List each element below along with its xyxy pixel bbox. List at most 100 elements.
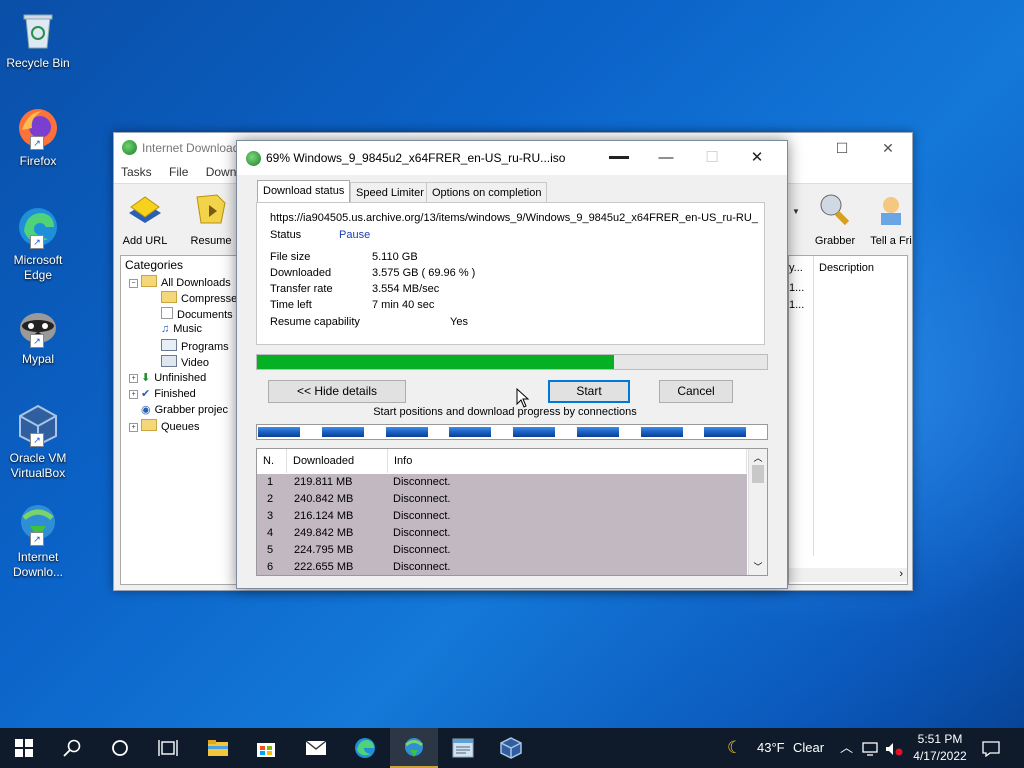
search-icon[interactable] — [48, 728, 96, 768]
cell-downloaded: 216.124 MB — [294, 510, 354, 522]
tab-options-on-completion[interactable]: Options on completion — [426, 182, 548, 203]
desktop-icon-edge[interactable]: ↗ Microsoft Edge — [0, 205, 76, 283]
tree-item-queues[interactable]: + Queues — [129, 419, 200, 433]
hide-details-button[interactable]: << Hide details — [268, 380, 406, 403]
table-row[interactable]: 3 216.124 MB Disconnect. — [257, 508, 747, 525]
tree-label: Music — [173, 323, 202, 335]
add-url-button[interactable]: Add URL — [120, 189, 170, 247]
maximize-icon[interactable]: ☐ — [819, 133, 865, 163]
dialog-title-bar[interactable]: 69% Windows_9_9845u2_x64FRER_en-US_ru-RU… — [237, 141, 787, 175]
desktop-icon-label: Microsoft Edge — [13, 253, 63, 282]
tree-item-finished[interactable]: + ✔ Finished — [129, 387, 196, 400]
resume-button[interactable]: Resume — [186, 189, 236, 247]
menu-file[interactable]: File — [162, 163, 195, 181]
table-row[interactable]: 2 240.842 MB Disconnect. — [257, 491, 747, 508]
tree-item-unfinished[interactable]: + ⬇ Unfinished — [129, 371, 206, 384]
close-icon[interactable]: ✕ — [865, 133, 911, 163]
scroll-down-icon[interactable]: ﹀ — [749, 560, 767, 573]
column-header-info[interactable]: Info — [388, 449, 747, 473]
desktop-icon-firefox[interactable]: ↗ Firefox — [0, 106, 76, 169]
close-icon[interactable]: ✕ — [734, 141, 780, 175]
downloads-list[interactable]: y... Description 1... 1... › — [788, 255, 908, 585]
column-header-n[interactable]: N. — [257, 449, 287, 473]
minimize-icon[interactable]: — — [643, 141, 689, 175]
list-item[interactable]: 1... — [789, 299, 804, 311]
idm-taskbar-icon[interactable] — [390, 728, 438, 768]
cortana-icon[interactable] — [96, 728, 144, 768]
list-column-header[interactable]: y... — [789, 262, 811, 274]
connection-segment — [385, 427, 428, 437]
tree-item-programs[interactable]: Programs — [161, 339, 229, 353]
finished-icon: ✔ — [141, 388, 151, 400]
network-icon[interactable] — [862, 728, 878, 768]
weather-moon-icon[interactable]: ☾ — [727, 728, 742, 768]
desktop-icon-idm[interactable]: ↗ Internet Downlo... — [0, 502, 76, 580]
tab-speed-limiter[interactable]: Speed Limiter — [350, 182, 430, 203]
expand-icon[interactable]: + — [129, 390, 138, 399]
column-header-downloaded[interactable]: Downloaded — [287, 449, 388, 473]
desktop-icon-label: Firefox — [19, 154, 57, 168]
scroll-right-icon[interactable]: › — [899, 568, 903, 580]
tree-item-music[interactable]: ♫ Music — [161, 323, 202, 335]
cell-n: 6 — [267, 561, 274, 573]
tree-label: Finished — [154, 388, 196, 400]
connections-table[interactable]: N. Downloaded Info 1 219.811 MB Disconnect… — [256, 448, 768, 576]
cell-info: Disconnect. — [393, 544, 451, 556]
table-row[interactable]: 1 219.811 MB Disconnect. — [257, 474, 747, 491]
tell-friend-label: Tell a Fri — [870, 235, 912, 247]
list-item[interactable]: 1... — [789, 282, 804, 294]
desktop-icon-label: Mypal — [21, 352, 54, 366]
table-row[interactable]: 6 222.655 MB Disconnect. — [257, 559, 747, 575]
store-icon[interactable] — [242, 728, 290, 768]
chevron-up-icon[interactable]: ︿ — [840, 728, 853, 768]
start-button[interactable] — [0, 728, 48, 768]
tree-item-compressed[interactable]: Compresse — [161, 291, 237, 305]
task-view-icon[interactable] — [144, 728, 192, 768]
vertical-scrollbar[interactable]: ︿ ﹀ — [748, 449, 767, 575]
scrollbar-thumb[interactable] — [752, 465, 764, 483]
tree-label: Video — [181, 357, 209, 369]
tell-friend-button[interactable]: Tell a Fri — [868, 189, 914, 247]
mail-icon[interactable] — [292, 728, 340, 768]
tree-item-documents[interactable]: Documents — [161, 307, 233, 321]
start-button[interactable]: Start — [548, 380, 630, 403]
scroll-up-icon[interactable]: ︿ — [749, 451, 767, 464]
cell-info: Disconnect. — [393, 527, 451, 539]
weather-temperature[interactable]: 43°F — [757, 728, 785, 768]
notepad-icon[interactable] — [439, 728, 487, 768]
notifications-icon[interactable] — [982, 728, 1000, 768]
tree-item-all-downloads[interactable]: − All Downloads — [129, 275, 231, 289]
tree-item-grabber-projects[interactable]: ◉ Grabber projec — [141, 403, 228, 416]
volume-muted-icon[interactable] — [885, 728, 903, 768]
menu-tasks[interactable]: Tasks — [114, 163, 159, 181]
desktop-icon-label: Internet Downlo... — [12, 550, 64, 579]
expand-icon[interactable]: + — [129, 374, 138, 383]
cell-downloaded: 219.811 MB — [294, 476, 353, 488]
cancel-button[interactable]: Cancel — [659, 380, 733, 403]
desktop-icon-mypal[interactable]: ↗ Mypal — [0, 304, 76, 367]
virtualbox-taskbar-icon[interactable] — [487, 728, 535, 768]
horizontal-scrollbar[interactable]: › — [789, 568, 907, 582]
mouse-cursor-icon — [516, 387, 530, 411]
shortcut-arrow-icon: ↗ — [30, 235, 44, 249]
file-explorer-icon[interactable] — [194, 728, 242, 768]
cell-info: Disconnect. — [393, 561, 451, 573]
download-progress-dialog[interactable]: 69% Windows_9_9845u2_x64FRER_en-US_ru-RU… — [236, 140, 788, 589]
tree-item-video[interactable]: Video — [161, 355, 209, 369]
desktop-icon-recycle-bin[interactable]: Recycle Bin — [0, 8, 76, 71]
grabber-button[interactable]: Grabber — [806, 189, 864, 247]
grabber-project-icon: ◉ — [141, 404, 151, 416]
taskbar: ☾ 43°F Clear ︿ 5:51 PM 4/17/2022 — [0, 728, 1024, 768]
weather-condition[interactable]: Clear — [793, 728, 824, 768]
list-column-description[interactable]: Description — [819, 262, 874, 274]
table-row[interactable]: 5 224.795 MB Disconnect. — [257, 542, 747, 559]
toolbar-dropdown-icon[interactable]: ▼ — [792, 207, 800, 216]
unfinished-icon: ⬇ — [141, 372, 151, 384]
table-row[interactable]: 4 249.842 MB Disconnect. — [257, 525, 747, 542]
edge-taskbar-icon[interactable] — [341, 728, 389, 768]
tab-download-status[interactable]: Download status — [257, 180, 351, 203]
desktop-icon-virtualbox[interactable]: ↗ Oracle VM VirtualBox — [0, 403, 76, 481]
clock[interactable]: 5:51 PM 4/17/2022 — [908, 731, 972, 765]
expand-icon[interactable]: + — [129, 423, 138, 432]
collapse-icon[interactable]: − — [129, 279, 138, 288]
